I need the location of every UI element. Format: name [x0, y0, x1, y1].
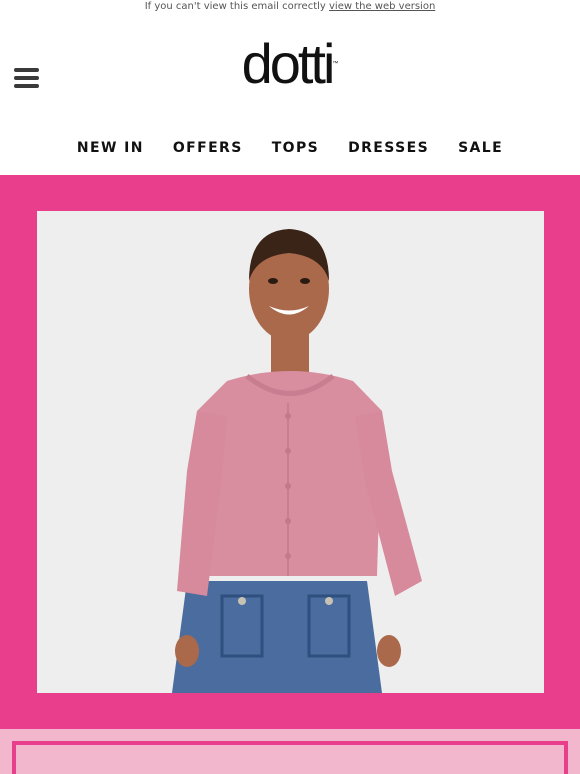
preheader-text: If you can't view this email correctly — [144, 1, 326, 12]
web-version-link[interactable]: view the web version — [329, 1, 435, 12]
model-photo — [37, 211, 544, 693]
hero-banner — [0, 175, 580, 729]
logo-text: dotti — [241, 32, 336, 95]
promo-box — [12, 741, 568, 774]
logo-trademark: ™ — [332, 61, 339, 67]
header: dotti™ — [0, 14, 580, 124]
nav-item-new-in[interactable]: NEW IN — [77, 140, 144, 156]
nav-item-tops[interactable]: TOPS — [272, 140, 319, 156]
preheader: If you can't view this email correctly v… — [0, 0, 580, 14]
nav-item-sale[interactable]: SALE — [458, 140, 503, 156]
brand-logo[interactable]: dotti™ — [0, 36, 580, 92]
promo-section — [0, 729, 580, 774]
hero-image[interactable] — [37, 211, 544, 693]
main-nav: NEW IN OFFERS TOPS DRESSES SALE — [0, 128, 580, 168]
nav-item-dresses[interactable]: DRESSES — [348, 140, 429, 156]
nav-item-offers[interactable]: OFFERS — [173, 140, 243, 156]
